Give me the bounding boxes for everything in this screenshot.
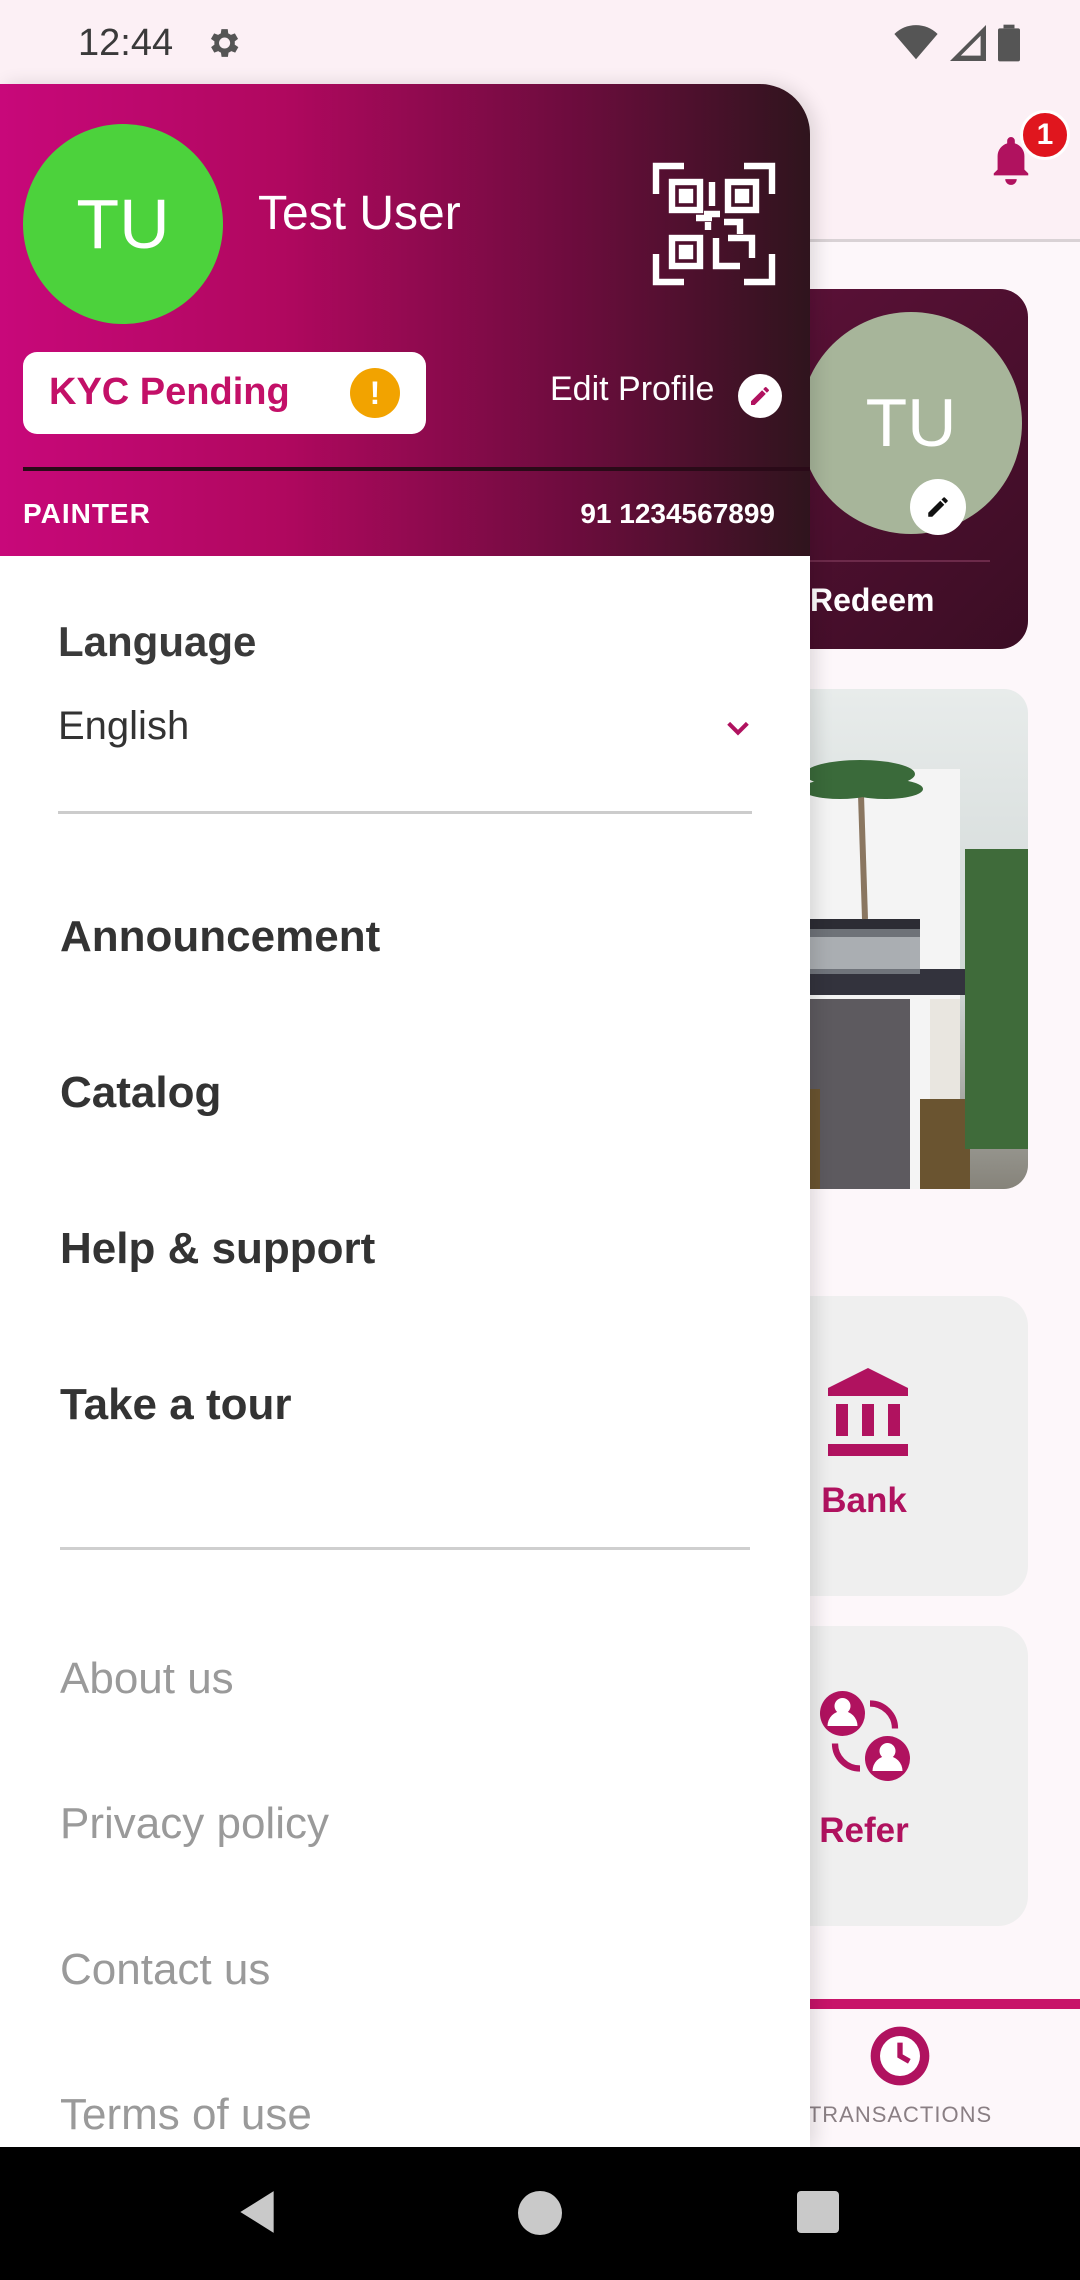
recents-icon[interactable]	[797, 2191, 839, 2233]
menu-item-take-a-tour[interactable]: Take a tour	[60, 1380, 291, 1430]
tab-transactions[interactable]: TRANSACTIONS	[790, 2102, 1010, 2128]
menu-item-help-support[interactable]: Help & support	[60, 1224, 375, 1274]
refer-icon	[815, 1686, 915, 1791]
language-value: English	[58, 704, 190, 748]
status-bar: 12:44	[0, 0, 1080, 84]
link-terms-of-use[interactable]: Terms of use	[60, 2090, 312, 2140]
avatar[interactable]: TU	[23, 124, 223, 324]
language-label: Language	[58, 618, 257, 665]
menu-item-announcement[interactable]: Announcement	[60, 912, 380, 962]
menu-divider	[60, 1547, 750, 1550]
drawer-header: TU Test User KYC Pending ! Edit Profile …	[0, 84, 810, 556]
system-nav-bar	[0, 2147, 1080, 2280]
link-privacy-policy[interactable]: Privacy policy	[60, 1799, 329, 1849]
redeem-button[interactable]: Redeem	[810, 582, 935, 619]
kyc-status-badge[interactable]: KYC Pending !	[23, 352, 426, 434]
notification-badge: 1	[1020, 110, 1070, 160]
signal-icon	[950, 25, 986, 66]
language-select[interactable]: English	[58, 704, 752, 814]
bank-icon	[820, 1364, 916, 1465]
home-icon[interactable]	[518, 2191, 562, 2235]
pencil-icon[interactable]	[910, 479, 966, 535]
user-name: Test User	[258, 187, 461, 240]
menu-item-catalog[interactable]: Catalog	[60, 1068, 221, 1118]
link-contact-us[interactable]: Contact us	[60, 1945, 270, 1995]
status-time: 12:44	[78, 22, 174, 64]
header-divider	[23, 467, 810, 471]
card-divider	[810, 560, 990, 562]
gear-icon	[204, 24, 242, 67]
qr-code-icon[interactable]	[652, 162, 776, 291]
edit-pencil-icon[interactable]	[738, 374, 782, 418]
chevron-down-icon	[724, 714, 752, 747]
edit-profile-link[interactable]: Edit Profile	[550, 370, 714, 409]
kyc-status-label: KYC Pending	[49, 371, 290, 413]
user-phone: 91 1234567899	[580, 498, 775, 529]
battery-icon	[998, 24, 1020, 67]
link-about-us[interactable]: About us	[60, 1654, 234, 1704]
warning-icon: !	[350, 368, 400, 418]
navigation-drawer: TU Test User KYC Pending ! Edit Profile …	[0, 84, 810, 2147]
user-role: PAINTER	[23, 498, 151, 529]
wifi-icon	[894, 25, 938, 66]
back-icon[interactable]	[232, 2187, 282, 2242]
transactions-icon[interactable]	[868, 2024, 932, 2093]
